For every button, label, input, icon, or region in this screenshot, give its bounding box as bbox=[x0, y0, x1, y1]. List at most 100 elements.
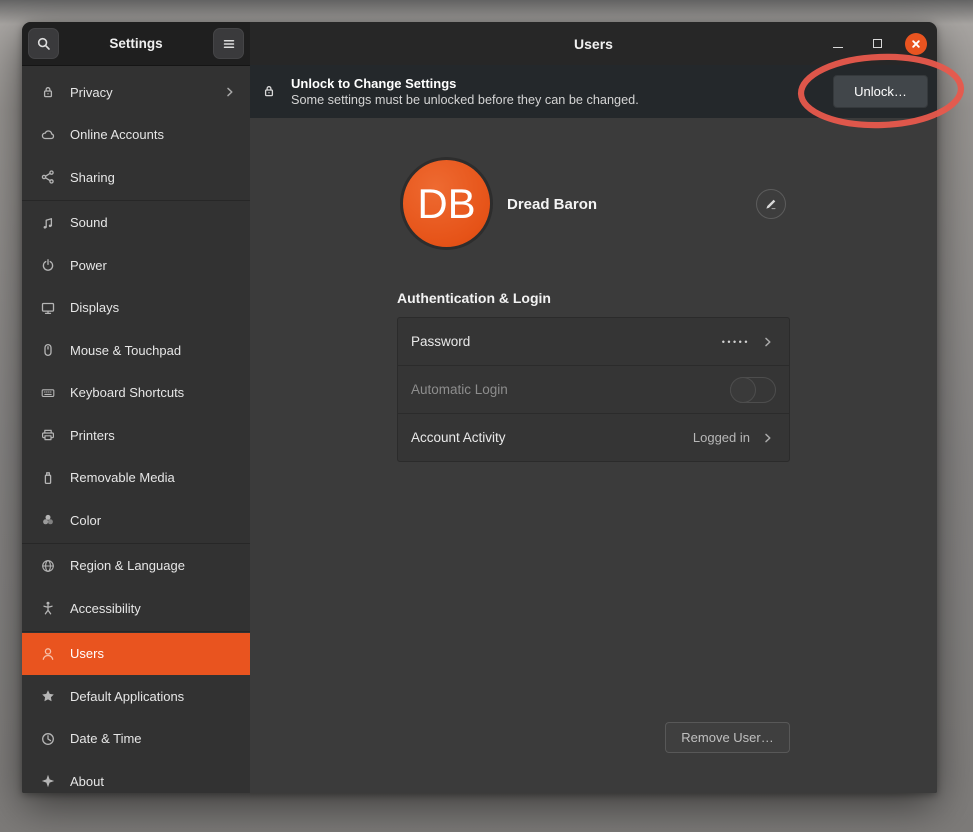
window-controls bbox=[827, 22, 927, 65]
sidebar-item-displays[interactable]: Displays bbox=[22, 287, 250, 330]
sidebar-item-users[interactable]: Users bbox=[22, 633, 250, 676]
automatic-login-label: Automatic Login bbox=[411, 382, 730, 397]
remove-user-button[interactable]: Remove User… bbox=[665, 722, 790, 753]
settings-window: Settings Privacy Online Accounts Sharing So… bbox=[22, 22, 937, 793]
search-button[interactable] bbox=[28, 28, 59, 59]
sidebar-item-sound[interactable]: Sound bbox=[22, 202, 250, 245]
sidebar-headerbar: Settings bbox=[22, 22, 250, 66]
users-icon bbox=[40, 646, 56, 662]
lock-icon bbox=[40, 84, 56, 100]
sidebar-item-label: Accessibility bbox=[70, 601, 238, 616]
color-icon bbox=[40, 512, 56, 528]
sidebar-item-label: Printers bbox=[70, 428, 238, 443]
automatic-login-toggle bbox=[730, 377, 776, 403]
close-icon bbox=[908, 36, 924, 52]
chevron-right-icon bbox=[222, 84, 238, 100]
power-icon bbox=[40, 257, 56, 273]
sidebar-item-power[interactable]: Power bbox=[22, 244, 250, 287]
keyboard-icon bbox=[40, 385, 56, 401]
menu-button[interactable] bbox=[213, 28, 244, 59]
usb-icon bbox=[40, 470, 56, 486]
users-content: DB Dread Baron Authentication & Login Pa… bbox=[250, 118, 937, 793]
sidebar-item-mouse-touchpad[interactable]: Mouse & Touchpad bbox=[22, 329, 250, 372]
maximize-icon bbox=[873, 39, 882, 48]
sidebar-item-label: About bbox=[70, 774, 238, 789]
chevron-right-icon bbox=[760, 430, 776, 446]
password-label: Password bbox=[411, 334, 722, 349]
display-icon bbox=[40, 300, 56, 316]
sidebar-title: Settings bbox=[59, 36, 213, 51]
user-name: Dread Baron bbox=[507, 196, 597, 213]
chevron-right-icon bbox=[760, 334, 776, 350]
main-pane: Users Unlock to Change Settings Some set… bbox=[250, 22, 937, 793]
avatar-initials: DB bbox=[417, 180, 475, 228]
sidebar-item-color[interactable]: Color bbox=[22, 499, 250, 542]
avatar[interactable]: DB bbox=[400, 157, 493, 250]
sidebar-item-label: Displays bbox=[70, 300, 238, 315]
sidebar-item-label: Removable Media bbox=[70, 470, 238, 485]
sidebar-item-date-time[interactable]: Date & Time bbox=[22, 718, 250, 761]
account-activity-label: Account Activity bbox=[411, 430, 693, 445]
sidebar-item-online-accounts[interactable]: Online Accounts bbox=[22, 114, 250, 157]
access-icon bbox=[40, 600, 56, 616]
star-icon bbox=[40, 688, 56, 704]
hamburger-menu-icon bbox=[221, 36, 237, 52]
sidebar-item-printers[interactable]: Printers bbox=[22, 414, 250, 457]
sidebar-item-sharing[interactable]: Sharing bbox=[22, 156, 250, 199]
password-row[interactable]: Password ••••• bbox=[398, 318, 789, 366]
sidebar-item-keyboard-shortcuts[interactable]: Keyboard Shortcuts bbox=[22, 372, 250, 415]
sparkle-icon bbox=[40, 773, 56, 789]
pencil-icon bbox=[763, 196, 779, 212]
banner-title: Unlock to Change Settings bbox=[291, 76, 833, 92]
sidebar-item-privacy[interactable]: Privacy bbox=[22, 71, 250, 114]
sidebar-item-label: Mouse & Touchpad bbox=[70, 343, 238, 358]
unlock-button[interactable]: Unlock… bbox=[833, 75, 928, 108]
account-activity-value: Logged in bbox=[693, 430, 750, 445]
minimize-icon bbox=[833, 47, 843, 48]
maximize-button[interactable] bbox=[866, 33, 888, 55]
unlock-banner: Unlock to Change Settings Some settings … bbox=[250, 65, 937, 118]
note-icon bbox=[40, 215, 56, 231]
banner-text: Unlock to Change Settings Some settings … bbox=[291, 76, 833, 108]
printer-icon bbox=[40, 427, 56, 443]
globe-icon bbox=[40, 558, 56, 574]
sidebar-item-label: Sharing bbox=[70, 170, 238, 185]
sidebar-item-about[interactable]: About bbox=[22, 760, 250, 793]
sidebar-item-region-language[interactable]: Region & Language bbox=[22, 545, 250, 588]
minimize-button[interactable] bbox=[827, 33, 849, 55]
sidebar-item-removable-media[interactable]: Removable Media bbox=[22, 457, 250, 500]
auth-list: Password ••••• Automatic Login Account A… bbox=[397, 317, 790, 462]
sidebar-separator bbox=[22, 631, 250, 632]
sidebar: Settings Privacy Online Accounts Sharing So… bbox=[22, 22, 251, 793]
sidebar-item-label: Users bbox=[70, 646, 238, 661]
section-title: Authentication & Login bbox=[397, 290, 551, 306]
sidebar-list: Privacy Online Accounts Sharing Sound Power D… bbox=[22, 66, 250, 793]
sidebar-item-label: Keyboard Shortcuts bbox=[70, 385, 238, 400]
sidebar-item-label: Default Applications bbox=[70, 689, 238, 704]
lock-icon bbox=[261, 83, 278, 100]
sidebar-item-label: Date & Time bbox=[70, 731, 238, 746]
banner-subtitle: Some settings must be unlocked before th… bbox=[291, 92, 833, 108]
automatic-login-row: Automatic Login bbox=[398, 366, 789, 414]
account-activity-row[interactable]: Account Activity Logged in bbox=[398, 414, 789, 461]
sidebar-item-accessibility[interactable]: Accessibility bbox=[22, 587, 250, 630]
share-icon bbox=[40, 169, 56, 185]
search-icon bbox=[36, 36, 52, 52]
main-headerbar: Users bbox=[250, 22, 937, 66]
sidebar-item-default-applications[interactable]: Default Applications bbox=[22, 675, 250, 718]
sidebar-item-label: Online Accounts bbox=[70, 127, 238, 142]
sidebar-item-label: Color bbox=[70, 513, 238, 528]
edit-name-button[interactable] bbox=[756, 189, 786, 219]
sidebar-item-label: Privacy bbox=[70, 85, 222, 100]
toggle-knob bbox=[730, 377, 756, 403]
sidebar-item-label: Sound bbox=[70, 215, 238, 230]
clock-icon bbox=[40, 731, 56, 747]
sidebar-item-label: Region & Language bbox=[70, 558, 238, 573]
sidebar-separator bbox=[22, 200, 250, 201]
close-button[interactable] bbox=[905, 33, 927, 55]
desktop: Settings Privacy Online Accounts Sharing So… bbox=[0, 0, 973, 832]
sidebar-item-label: Power bbox=[70, 258, 238, 273]
password-value: ••••• bbox=[722, 337, 750, 347]
mouse-icon bbox=[40, 342, 56, 358]
cloud-icon bbox=[40, 127, 56, 143]
